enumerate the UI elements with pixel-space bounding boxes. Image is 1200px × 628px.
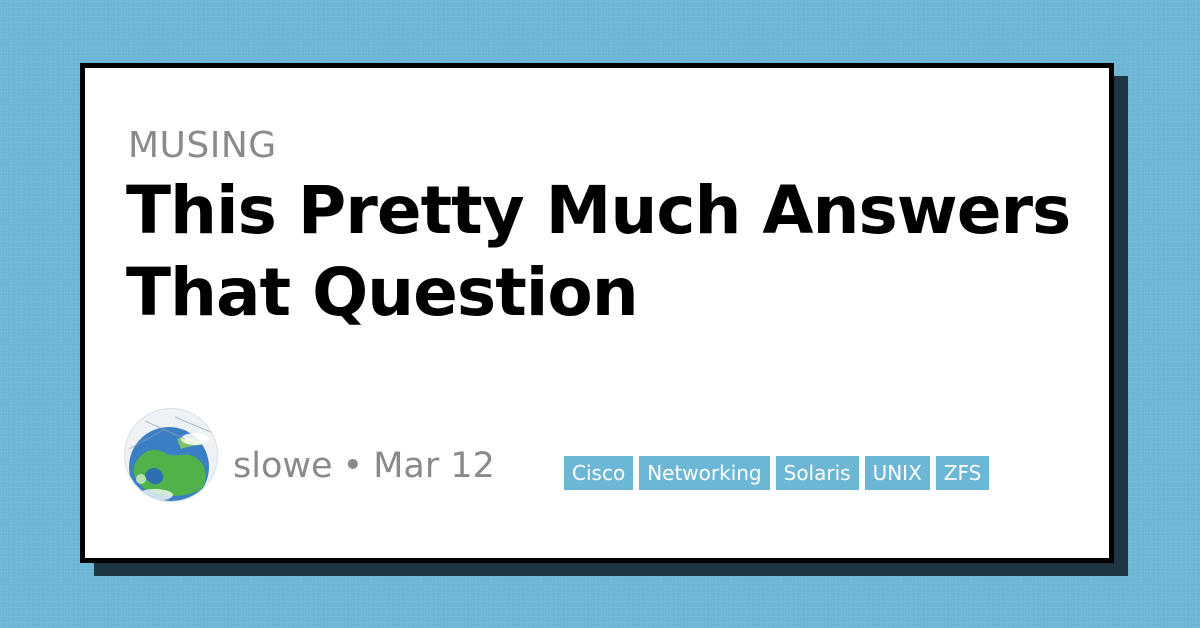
tag-cisco[interactable]: Cisco (564, 456, 634, 490)
tag-zfs[interactable]: ZFS (935, 456, 990, 490)
author-avatar[interactable] (125, 409, 217, 501)
byline: slowe • Mar 12 (233, 446, 495, 486)
post-title[interactable]: This Pretty Much Answers That Question (126, 170, 1086, 334)
author-name[interactable]: slowe (233, 446, 333, 486)
tag-unix[interactable]: UNIX (864, 456, 930, 490)
tag-networking[interactable]: Networking (639, 456, 770, 490)
tag-solaris[interactable]: Solaris (775, 456, 859, 490)
byline-separator: • (342, 446, 364, 486)
post-card[interactable]: MUSING This Pretty Much Answers That Que… (80, 63, 1114, 563)
tag-list: Cisco Networking Solaris UNIX ZFS (564, 456, 990, 490)
globe-cartoon-icon (125, 409, 217, 501)
post-category: MUSING (128, 125, 277, 166)
post-date: Mar 12 (373, 446, 495, 486)
